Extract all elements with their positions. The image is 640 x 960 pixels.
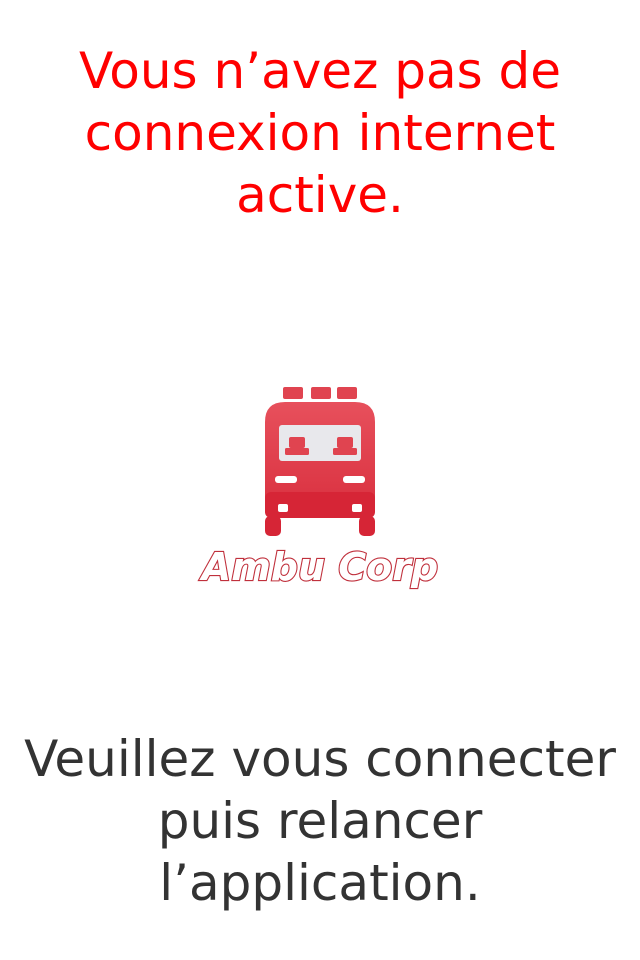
reconnect-instructions: Veuillez vous connecter puis relancer l’… xyxy=(0,728,640,914)
no-connection-line: connexion internet xyxy=(84,104,556,162)
ambu-corp-logo: Ambu Corp xyxy=(165,380,475,600)
instruction-line: Veuillez vous connecter xyxy=(24,730,616,788)
no-connection-line: active. xyxy=(236,166,404,224)
instruction-line: puis relancer xyxy=(157,792,483,850)
instruction-line: l’application. xyxy=(159,854,481,912)
no-connection-message: Vous n’avez pas de connexion internet ac… xyxy=(0,40,640,226)
brand-name: Ambu Corp xyxy=(199,545,438,589)
no-connection-line: Vous n’avez pas de xyxy=(78,42,562,100)
ambulance-icon: Ambu Corp xyxy=(198,387,439,590)
